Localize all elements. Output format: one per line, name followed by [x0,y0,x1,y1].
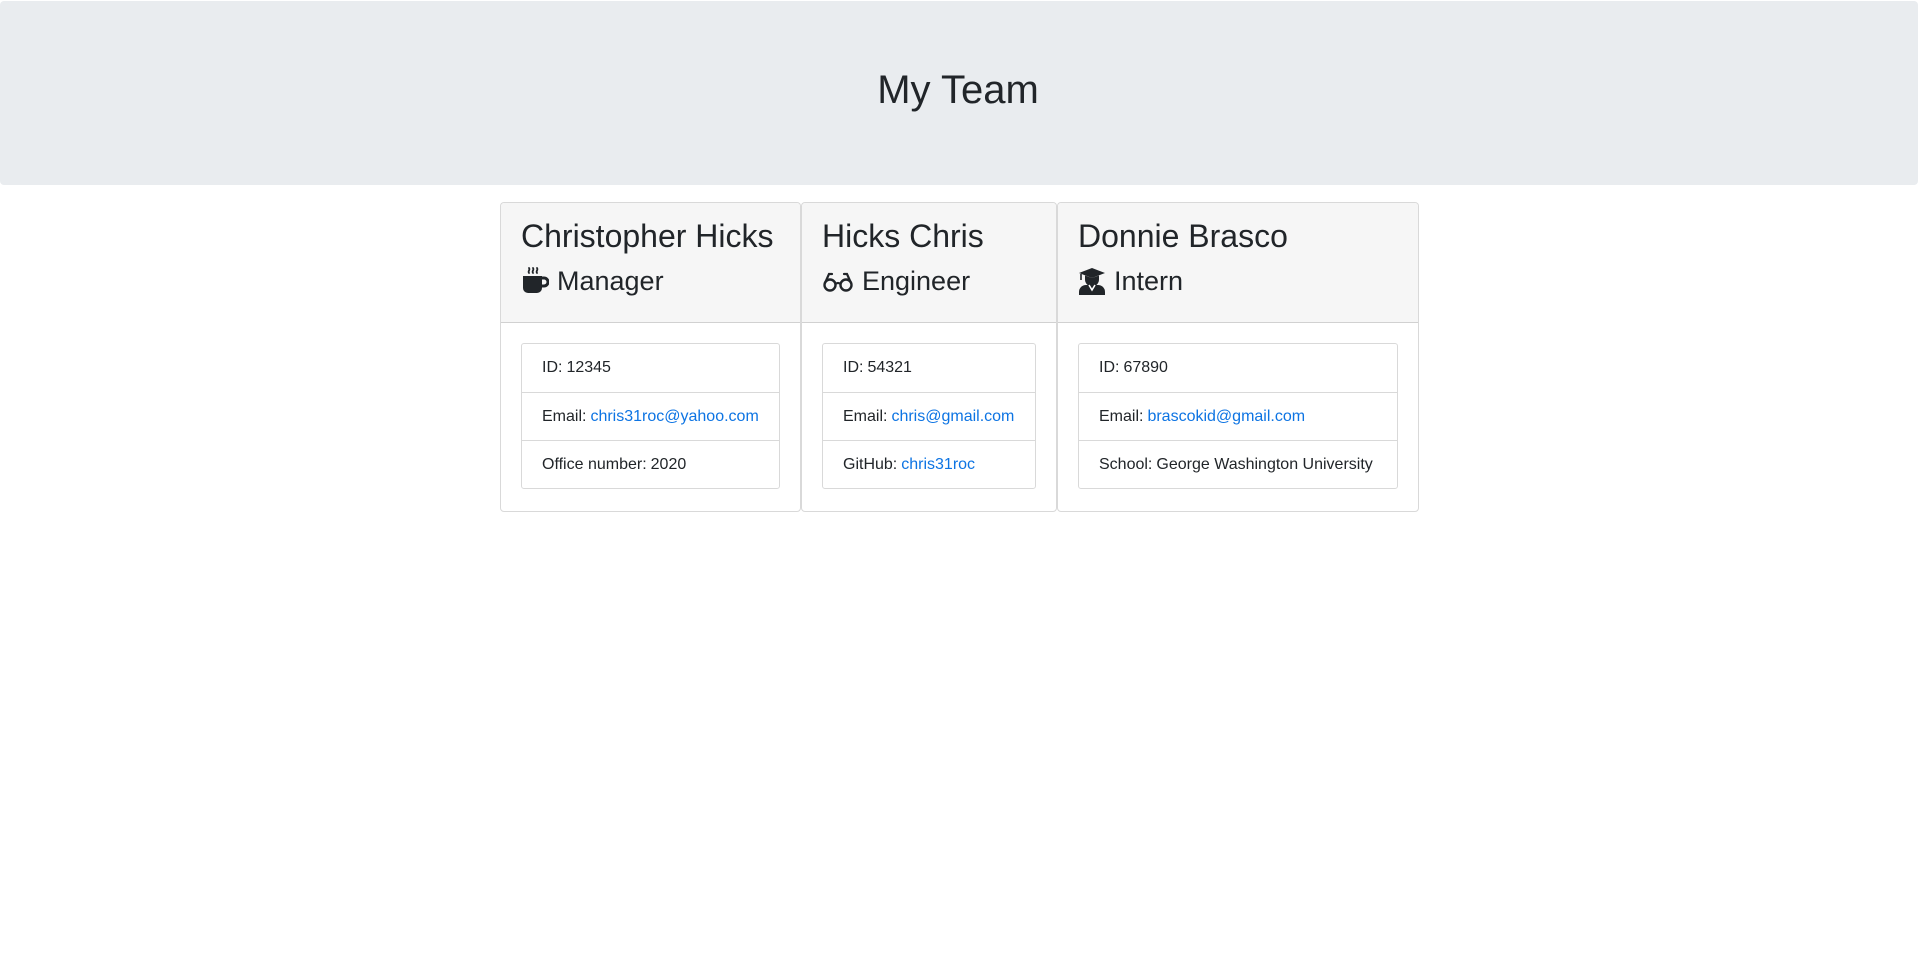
email-link[interactable]: chris@gmail.com [891,408,1014,426]
github-link[interactable]: chris31roc [901,456,975,474]
employee-name: Christopher Hicks [521,218,774,254]
email-label: Email: [542,407,587,425]
email-row: Email: brascokid@gmail.com [1079,392,1397,440]
jumbotron-header: My Team [0,1,1918,185]
github-row: GitHub: chris31roc [823,440,1035,488]
id-row: ID: 12345 [522,344,779,392]
office-number-value: 2020 [650,455,687,473]
employee-card-manager: Christopher Hicks Manager ID: 12345 Emai… [500,202,801,512]
employee-role: Engineer [822,265,1036,297]
id-label: ID: [843,359,864,376]
card-header: Hicks Chris Engineer [802,203,1056,323]
id-label: ID: [1099,359,1120,376]
info-list: ID: 12345 Email: chris31roc@yahoo.com Of… [521,343,780,489]
id-value: 54321 [867,359,912,376]
graduate-icon [1078,267,1106,295]
employee-card-engineer: Hicks Chris Engineer ID: 54321 Email: ch… [801,202,1057,512]
office-number-label: Office number: [542,455,647,473]
email-link[interactable]: brascokid@gmail.com [1147,408,1305,426]
github-label: GitHub: [843,455,898,473]
card-body: ID: 67890 Email: brascokid@gmail.com Sch… [1058,323,1418,509]
id-value: 12345 [566,359,611,376]
page-title: My Team [877,67,1039,112]
school-value: George Washington University [1156,455,1373,473]
employee-name: Hicks Chris [822,218,984,254]
coffee-icon [521,267,549,295]
role-label: Intern [1114,266,1184,296]
role-label: Manager [557,266,664,296]
email-row: Email: chris31roc@yahoo.com [522,392,779,440]
id-label: ID: [542,359,563,376]
employee-card-intern: Donnie Brasco Intern ID: 67890 Email: br… [1057,202,1419,512]
school-label: School: [1099,455,1153,473]
id-row: ID: 54321 [823,344,1035,392]
card-header: Donnie Brasco Intern [1058,203,1418,323]
card-body: ID: 12345 Email: chris31roc@yahoo.com Of… [501,323,800,509]
info-list: ID: 54321 Email: chris@gmail.com GitHub:… [822,343,1036,489]
email-link[interactable]: chris31roc@yahoo.com [590,408,758,426]
id-value: 67890 [1123,359,1168,376]
info-list: ID: 67890 Email: brascokid@gmail.com Sch… [1078,343,1398,489]
employee-role: Intern [1078,265,1398,297]
email-label: Email: [1099,407,1144,425]
id-row: ID: 67890 [1079,344,1397,392]
employee-name: Donnie Brasco [1078,218,1288,254]
role-label: Engineer [862,266,971,296]
team-cards: Christopher Hicks Manager ID: 12345 Emai… [500,202,1419,512]
employee-role: Manager [521,265,780,297]
office-number-row: Office number: 2020 [522,440,779,488]
card-body: ID: 54321 Email: chris@gmail.com GitHub:… [802,323,1056,509]
email-label: Email: [843,407,888,425]
school-row: School: George Washington University [1079,440,1397,488]
glasses-icon [822,267,854,295]
email-row: Email: chris@gmail.com [823,392,1035,440]
card-header: Christopher Hicks Manager [501,203,800,323]
